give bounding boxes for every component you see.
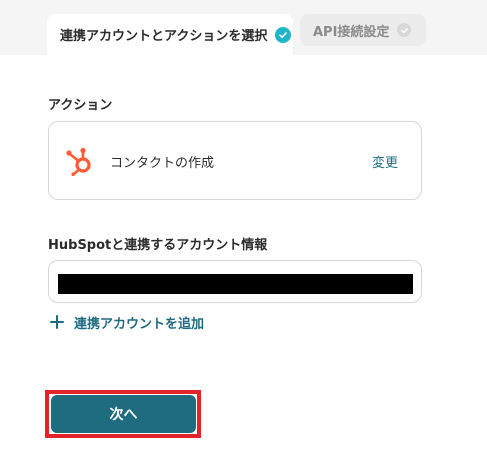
next-button[interactable]: 次へ xyxy=(51,395,196,433)
action-name: コンタクトの作成 xyxy=(110,156,215,171)
account-select[interactable] xyxy=(48,260,422,303)
check-circle-icon xyxy=(397,23,412,37)
redacted-account-value xyxy=(58,274,413,294)
page: 連携アカウントとアクションを選択 API接続設定 アクション コンタクトの作成 … xyxy=(0,0,487,456)
action-section-label: アクション xyxy=(48,98,113,113)
tab-api-connection-settings[interactable]: API接続設定 xyxy=(300,14,426,46)
tab-strip: 連携アカウントとアクションを選択 API接続設定 xyxy=(0,0,487,55)
tab-label: 連携アカウントとアクションを選択 xyxy=(60,29,268,44)
add-account-label: 連携アカウントを追加 xyxy=(74,316,205,332)
tab-label: API接続設定 xyxy=(313,24,390,40)
action-card: コンタクトの作成 変更 xyxy=(48,121,422,200)
plus-icon xyxy=(50,315,64,329)
add-account-link[interactable]: 連携アカウントを追加 xyxy=(50,312,204,332)
tab-select-account-and-action[interactable]: 連携アカウントとアクションを選択 xyxy=(47,14,293,55)
change-action-link[interactable]: 変更 xyxy=(372,152,398,171)
check-circle-icon xyxy=(275,26,292,43)
account-section-label: HubSpotと連携するアカウント情報 xyxy=(48,238,268,253)
hubspot-icon xyxy=(66,147,91,176)
